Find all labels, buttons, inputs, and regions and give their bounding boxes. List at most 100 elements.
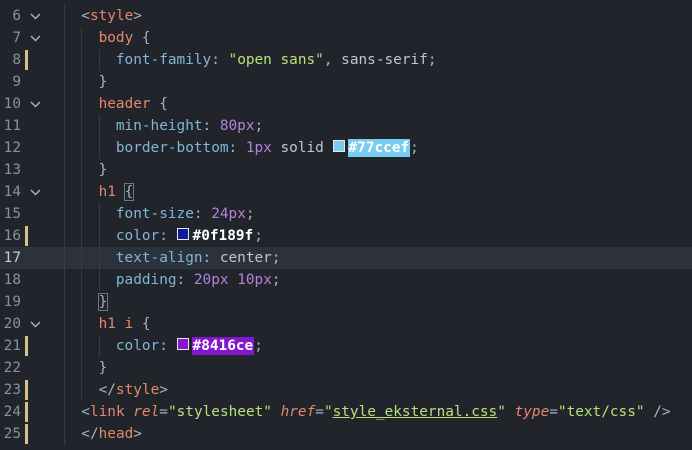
code-line[interactable]: 24 <link rel="stylesheet" href="style_eks… [0,401,692,423]
indent-guide [98,335,100,357]
code-line[interactable]: 14 h1 { [0,181,692,203]
code-line[interactable]: 13} [0,159,692,181]
code-token: style [115,382,160,398]
code-token: : [159,338,177,354]
line-number: 20 [3,316,21,332]
color-swatch[interactable] [332,140,345,152]
indent-guide [81,225,83,247]
indent-guide [98,269,100,291]
indent-guide [81,379,83,401]
code-token: = [315,404,324,420]
code-token: " [497,404,506,420]
indent-guide [98,137,100,159]
indent-guide [98,49,100,71]
code-token: "stylesheet" [167,404,272,420]
line-number: 21 [3,338,21,354]
line-number: 19 [3,294,21,310]
code-token: { [133,316,151,332]
fold-chevron-icon[interactable] [29,27,43,49]
code-line[interactable]: 10 header { [0,93,692,115]
code-token: = [549,404,558,420]
code-text: </style> [99,379,168,401]
fold-chevron-icon[interactable] [29,181,43,203]
code-token: </ [98,382,116,398]
indent-guide [64,247,65,269]
code-line[interactable]: 9} [0,71,692,93]
code-token: /> [644,404,671,420]
code-line[interactable]: 23 </style> [0,379,692,401]
code-token: h1 [98,184,116,200]
code-token: { [150,96,168,112]
code-line[interactable]: 20 h1 i { [0,313,692,335]
indent-guide [64,137,65,159]
indent-guide [81,115,83,137]
code-line[interactable]: 21 color: #8416ce; [0,335,692,357]
modified-line-marker [25,336,28,356]
fold-chevron-icon[interactable] [29,93,43,115]
indent-guide [64,357,65,379]
code-token: h1 i [98,316,134,332]
code-token: 20px [193,272,229,288]
code-token: "text/css" [557,404,645,420]
line-number: 17 [3,250,21,266]
code-token: : [202,118,220,134]
indent-guide [64,5,65,27]
code-line[interactable]: 16 color: #0f189f; [0,225,692,247]
fold-chevron-icon[interactable] [29,313,43,335]
indent-guide [64,313,65,335]
modified-line-marker [25,226,28,246]
indent-guide [81,291,83,313]
code-line[interactable]: 17 text-align: center; [0,247,692,269]
code-line[interactable]: 12 border-bottom: 1px solid #77ccef; [0,137,692,159]
code-line[interactable]: 19} [0,291,692,313]
code-text: body { [99,27,151,49]
code-token: padding [115,272,177,288]
code-text: } [97,291,109,313]
code-token: > [159,382,168,398]
code-token: style_eksternal.css [332,404,498,420]
code-line[interactable]: 18 padding: 20px 10px; [0,269,692,291]
code-token: border-bottom [115,140,229,156]
code-token: text-align [115,250,203,266]
code-text: header { [99,93,168,115]
code-text: font-family: "open sans", sans-serif; [116,49,437,71]
color-swatch[interactable] [176,338,189,350]
code-token: sans-serif [341,52,428,68]
code-token: ; [245,206,255,222]
code-token: } [98,162,108,178]
line-number: 22 [3,360,21,376]
indent-guide [64,181,65,203]
code-line[interactable]: 8 font-family: "open sans", sans-serif; [0,49,692,71]
code-line[interactable]: 11 min-height: 80px; [0,115,692,137]
fold-chevron-icon[interactable] [29,5,43,27]
code-token: </ [81,426,99,442]
code-line[interactable]: 25 </head> [0,423,692,445]
indent-guide [81,269,83,291]
line-number: 7 [12,30,21,46]
code-editor[interactable]: 6 <style> 7 body {8 font-family: "open sans"… [0,0,692,450]
code-token: 10px [237,272,272,288]
indent-guide [64,93,65,115]
modified-line-marker [25,50,28,70]
code-line[interactable]: 15 font-size: 24px; [0,203,692,225]
code-token: > [133,426,142,442]
code-token: ; [254,228,263,244]
color-swatch[interactable] [176,228,189,240]
indent-guide [98,203,100,225]
code-line[interactable]: 7 body { [0,27,692,49]
indent-guide [81,71,83,93]
code-text: </head> [81,423,142,445]
code-line[interactable]: 6 <style> [0,5,692,27]
indent-guide [64,27,65,49]
code-line[interactable]: 22} [0,357,692,379]
code-token: color [115,338,160,354]
code-token: center [219,250,272,266]
indent-guide [64,159,65,181]
code-text: color: #0f189f; [116,225,263,247]
code-token: : [159,228,177,244]
code-text: padding: 20px 10px; [116,269,281,291]
